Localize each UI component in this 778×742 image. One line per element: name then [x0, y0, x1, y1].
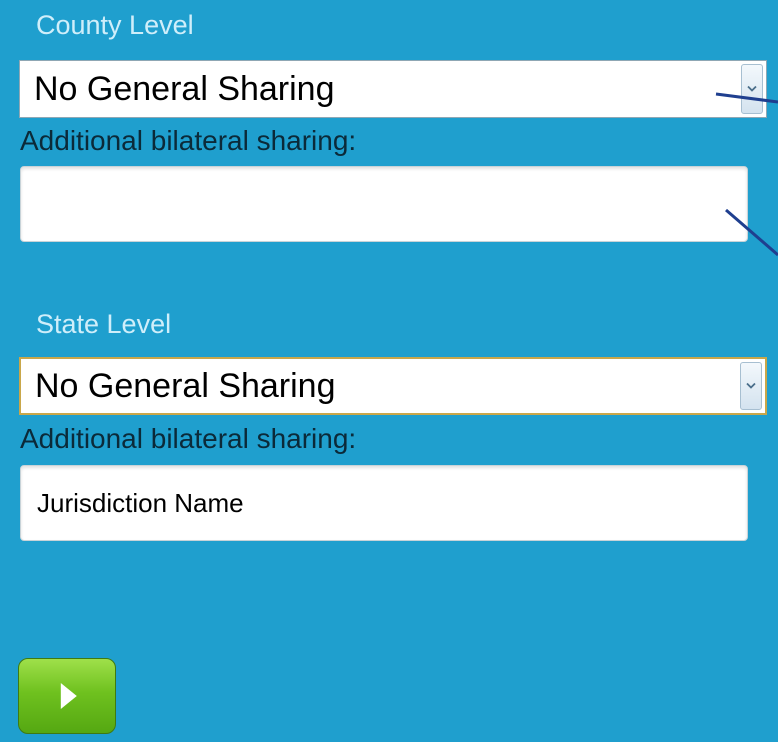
- state-sharing-select[interactable]: No General Sharing: [19, 357, 767, 415]
- state-bilateral-input[interactable]: [20, 465, 748, 541]
- play-icon: [60, 683, 77, 709]
- county-bilateral-input[interactable]: [20, 166, 748, 242]
- county-level-title: County Level: [36, 10, 194, 40]
- state-level-title: State Level: [36, 309, 172, 339]
- state-bilateral-label: Additional bilateral sharing:: [20, 423, 357, 454]
- sharing-settings-panel: County Level No General Sharing Addition…: [0, 0, 778, 742]
- chevron-down-icon[interactable]: [741, 64, 763, 114]
- county-sharing-select-value: No General Sharing: [34, 70, 335, 108]
- county-bilateral-label: Additional bilateral sharing:: [20, 125, 357, 156]
- county-sharing-select[interactable]: No General Sharing: [19, 60, 767, 118]
- chevron-down-icon[interactable]: [740, 362, 762, 410]
- go-button[interactable]: [18, 658, 116, 734]
- state-sharing-select-value: No General Sharing: [35, 367, 336, 405]
